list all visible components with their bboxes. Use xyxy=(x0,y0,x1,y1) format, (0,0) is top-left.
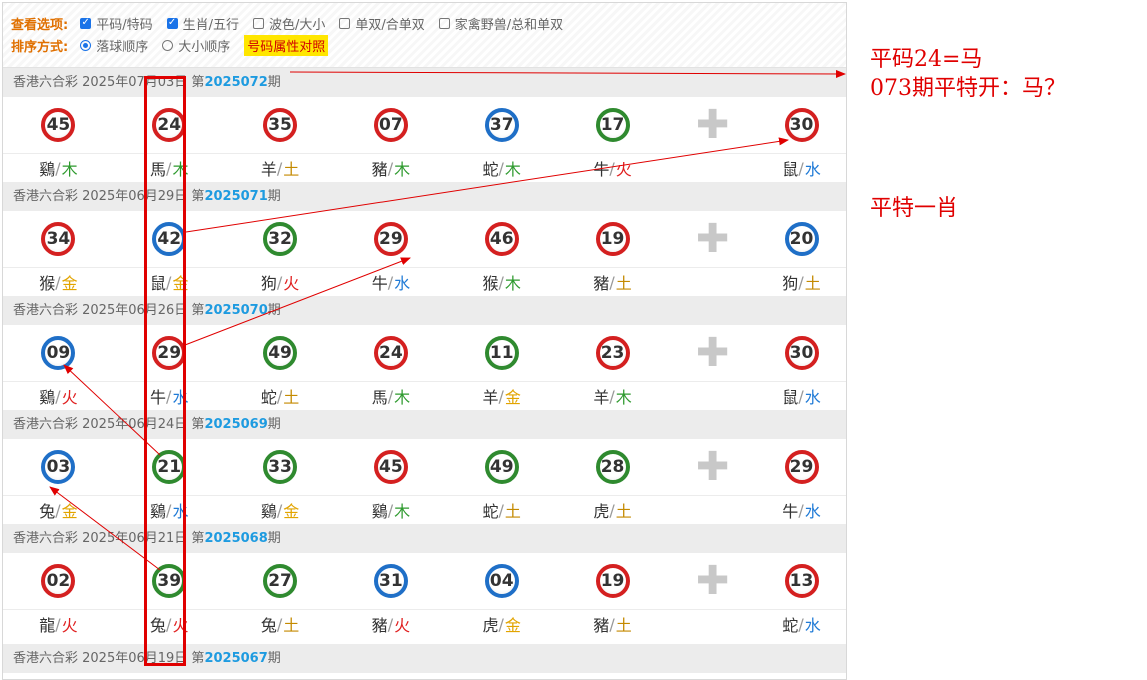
arrow-42-to-30 xyxy=(185,137,789,233)
annotation-note-1: 平码24=马 xyxy=(870,47,983,72)
annotation-note-2: 073期平特开：马？ xyxy=(870,76,1066,101)
arrow-29-to-29 xyxy=(184,257,411,346)
arrow-to-note xyxy=(289,69,846,78)
arrow-39-to-03 xyxy=(49,486,161,571)
annotation-note-3: 平特一肖 xyxy=(870,196,959,221)
arrow-21-to-09 xyxy=(63,364,161,456)
